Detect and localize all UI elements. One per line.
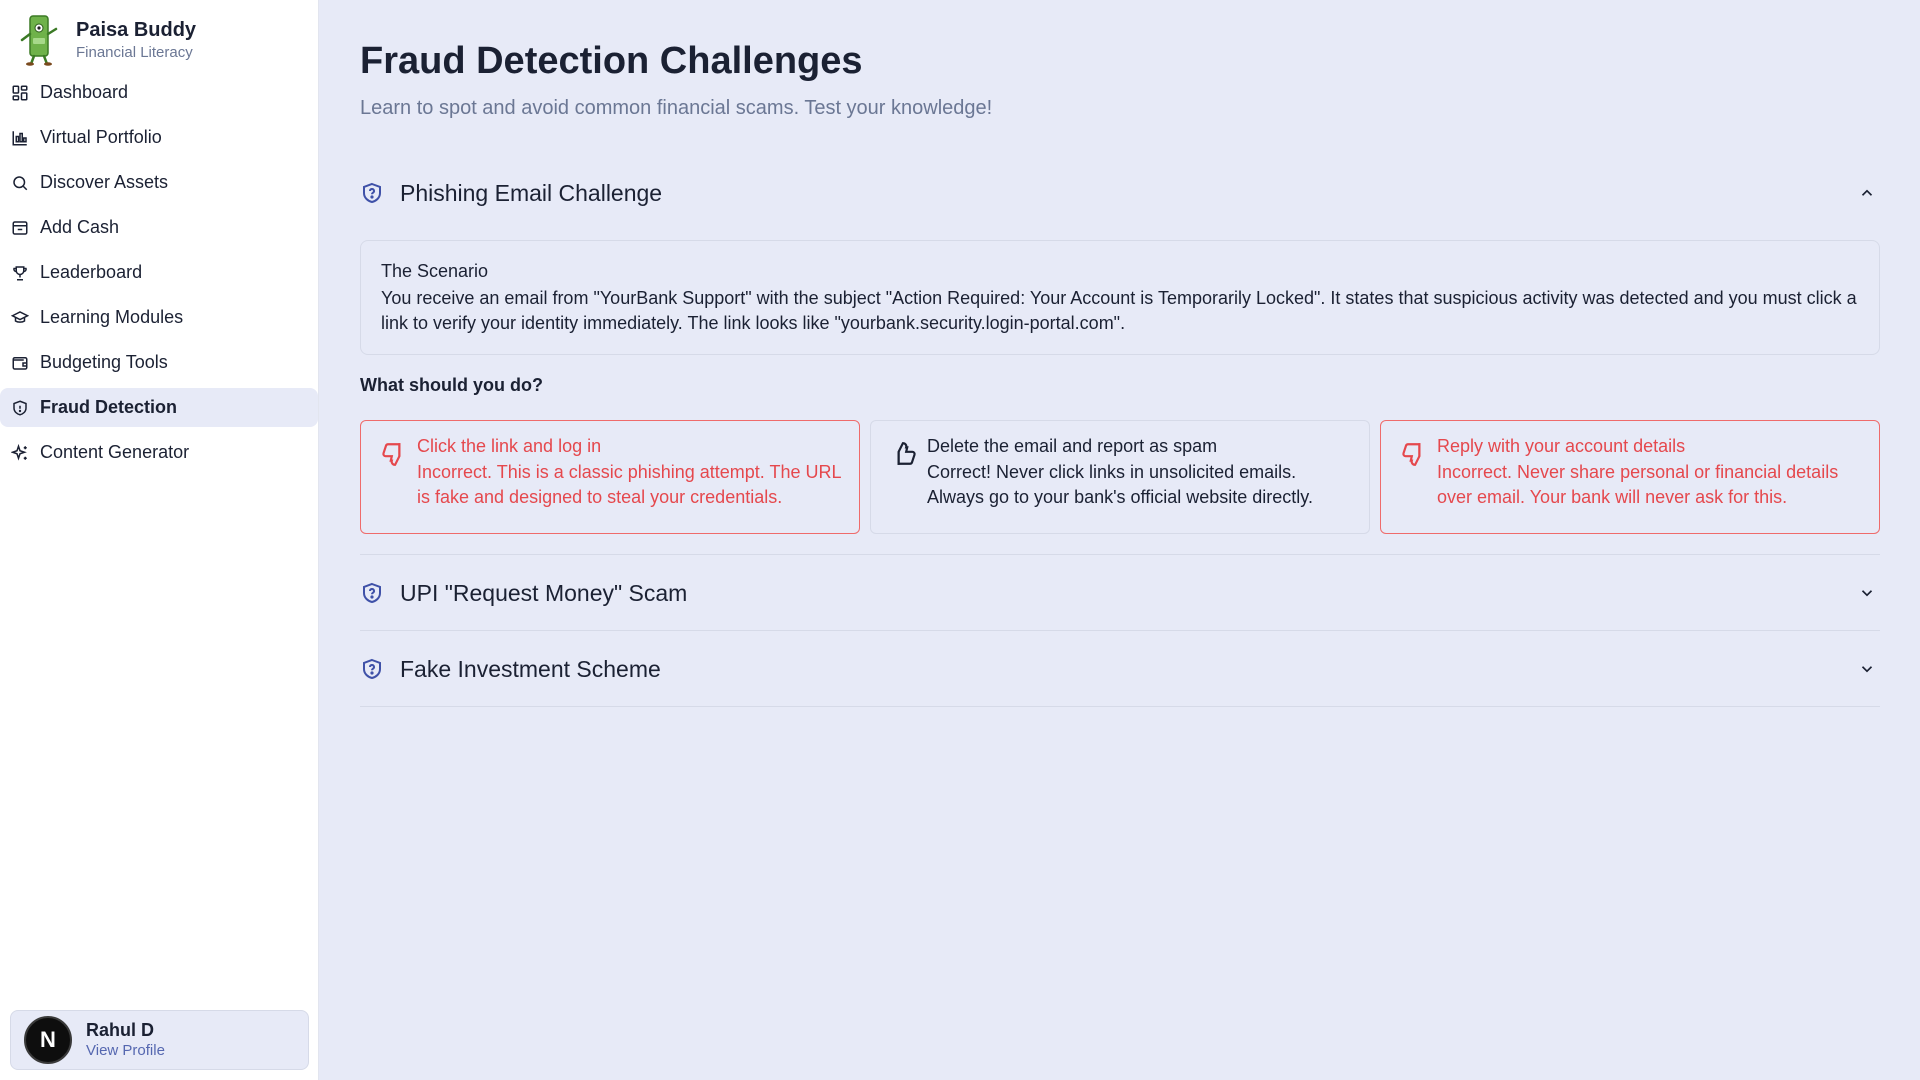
answer-label: Reply with your account details — [1437, 436, 1686, 456]
scenario-box: The Scenario You receive an email from "… — [360, 240, 1880, 355]
avatar: N — [24, 1016, 72, 1064]
sidebar-item-learning-modules[interactable]: Learning Modules — [0, 298, 318, 337]
sidebar-item-label: Dashboard — [40, 82, 129, 102]
profile-card[interactable]: N Rahul D View Profile — [10, 1010, 309, 1070]
chevron-up-icon[interactable] — [1858, 184, 1876, 202]
page-title: Fraud Detection Challenges — [360, 40, 863, 82]
thumbs-down-icon — [1402, 443, 1421, 466]
sidebar-item-content-generator[interactable]: Content Generator — [0, 433, 318, 472]
brand-subtitle: Financial Literacy — [76, 44, 193, 61]
chevron-down-icon[interactable] — [1858, 660, 1876, 678]
sidebar-item-label: Virtual Portfolio — [40, 127, 162, 147]
sidebar-item-label: Content Generator — [40, 442, 190, 462]
sidebar-nav: Dashboard Virtual Portfolio Discover Ass… — [0, 73, 319, 478]
chart-icon — [11, 129, 29, 147]
search-icon — [11, 174, 29, 192]
accordion-title: Fake Investment Scheme — [400, 655, 661, 682]
shield-icon — [363, 582, 381, 604]
accordion-header-upi-scam[interactable]: UPI "Request Money" Scam — [360, 555, 1880, 631]
trophy-icon — [11, 264, 29, 282]
shield-icon — [363, 658, 381, 680]
graduation-cap-icon — [11, 309, 29, 327]
brand-name: Paisa Buddy — [76, 19, 197, 41]
shield-icon — [363, 182, 381, 204]
answer-feedback: Incorrect. This is a classic phishing at… — [417, 462, 841, 507]
question-label: What should you do? — [360, 375, 543, 395]
sidebar-item-dashboard[interactable]: Dashboard — [0, 73, 318, 112]
page-subtitle: Learn to spot and avoid common financial… — [360, 97, 993, 119]
accordion-title: UPI "Request Money" Scam — [400, 579, 688, 606]
wallet-icon — [11, 354, 29, 372]
answer-option-reply-details[interactable]: Reply with your account details Incorrec… — [1380, 420, 1880, 534]
sidebar-item-fraud-detection[interactable]: Fraud Detection — [0, 388, 318, 427]
answer-label: Delete the email and report as spam — [927, 436, 1218, 456]
grid-icon — [11, 84, 29, 102]
profile-name: Rahul D — [86, 1020, 155, 1040]
accordion-header-phishing[interactable]: Phishing Email Challenge — [360, 155, 1880, 231]
sidebar-item-label: Budgeting Tools — [40, 352, 168, 372]
sidebar-item-label: Leaderboard — [40, 262, 143, 282]
scenario-title: The Scenario — [381, 261, 489, 281]
sidebar-item-label: Discover Assets — [40, 172, 169, 192]
sidebar-item-virtual-portfolio[interactable]: Virtual Portfolio — [0, 118, 318, 157]
shield-icon — [11, 399, 29, 417]
brand[interactable]: Paisa Buddy Financial Literacy — [18, 14, 196, 66]
accordion-header-fake-investment[interactable]: Fake Investment Scheme — [360, 631, 1880, 707]
answer-option-delete-email[interactable]: Delete the email and report as spam Corr… — [870, 420, 1370, 534]
scenario-text: You receive an email from "YourBank Supp… — [381, 288, 1857, 333]
thumbs-up-icon — [897, 442, 916, 465]
sidebar-item-label: Fraud Detection — [40, 397, 178, 417]
sidebar-item-add-cash[interactable]: Add Cash — [0, 208, 318, 247]
answer-feedback: Correct! Never click links in unsolicite… — [927, 462, 1313, 507]
sidebar: Paisa Buddy Financial Literacy Dashboard… — [0, 0, 319, 1080]
money-mascot-logo — [20, 15, 58, 66]
sidebar-item-label: Learning Modules — [40, 307, 184, 327]
chevron-down-icon[interactable] — [1858, 584, 1876, 602]
divider — [360, 706, 1880, 707]
sidebar-item-discover-assets[interactable]: Discover Assets — [0, 163, 318, 202]
answer-option-click-link[interactable]: Click the link and log in Incorrect. Thi… — [360, 420, 860, 534]
view-profile-link[interactable]: View Profile — [86, 1041, 165, 1061]
thumbs-down-icon — [382, 443, 401, 466]
answer-feedback: Incorrect. Never share personal or finan… — [1437, 462, 1839, 507]
accordion-title: Phishing Email Challenge — [400, 179, 663, 206]
answer-label: Click the link and log in — [417, 436, 602, 456]
sidebar-item-budgeting-tools[interactable]: Budgeting Tools — [0, 343, 318, 382]
sidebar-item-label: Add Cash — [40, 217, 120, 237]
sidebar-item-leaderboard[interactable]: Leaderboard — [0, 253, 318, 292]
answer-options: Click the link and log in Incorrect. Thi… — [360, 420, 1880, 534]
sparkles-icon — [11, 443, 29, 462]
archive-icon — [11, 219, 29, 237]
